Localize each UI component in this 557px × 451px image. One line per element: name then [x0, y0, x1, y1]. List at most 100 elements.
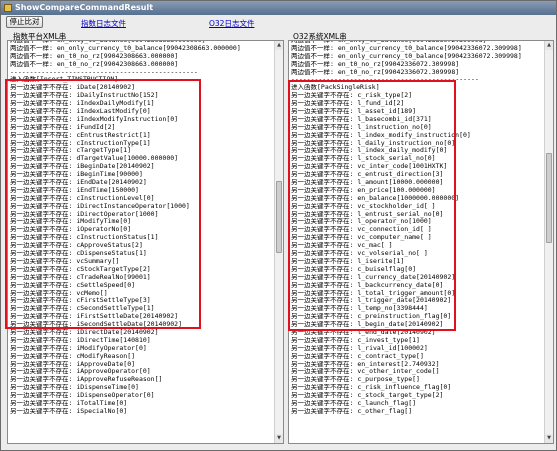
- log-line: 另一边关键字不存在: iDirectDate[20140902]: [10, 328, 159, 336]
- log-line: 另一边关键字不存在: vc_mac[ ]: [291, 242, 393, 250]
- log-line: 另一边关键字不存在: iBeginTime[90000]: [10, 171, 143, 179]
- log-line: 另一边关键字不存在: l_daily_instruction_no[0]: [291, 139, 456, 147]
- log-line: 另一边关键字不存在: c_other_flag[]: [291, 407, 413, 415]
- scroll-thumb[interactable]: [276, 181, 282, 253]
- log-line: 另一边关键字不存在: iSpecialNo[0]: [10, 407, 128, 415]
- scroll-thumb[interactable]: [546, 153, 552, 243]
- log-line: 另一边关键字不存在: iSecondSettleDate[20140902]: [10, 321, 182, 329]
- log-line: 另一边关键字不存在: c_preinstruction_flag[0]: [291, 313, 452, 321]
- log-line: 另一边关键字不存在: iFirstSettleDate[20140902]: [10, 313, 179, 321]
- log-line: 另一边关键字不存在: cInstructionType[1]: [10, 139, 151, 147]
- scroll-up-arrow-icon[interactable]: ▲: [545, 41, 553, 50]
- log-line: 另一边关键字不存在: l_begin_date[20140902]: [291, 321, 444, 329]
- log-line: 另一边关键字不存在: iDirectOperator[1000]: [10, 210, 159, 218]
- log-line: 另一边关键字不存在: cInstructionLevel[0]: [10, 194, 155, 202]
- log-line: 另一边关键字不存在: l_temp_no[3398444]: [291, 305, 428, 313]
- log-line: 另一边关键字不存在: vcSummary[]: [10, 257, 120, 265]
- log-line: 另一边关键字不存在: en_price[100.000000]: [291, 186, 436, 194]
- log-line: 另一边关键字不存在: l_asset_id[189]: [291, 108, 417, 116]
- log-line: 另一边关键字不存在: l_iserite[1]: [291, 257, 405, 265]
- log-line: 两边值不一样: en_only_currency_t0_balance[9904…: [10, 44, 241, 52]
- platform-log-link[interactable]: 指数日志文件: [81, 18, 126, 29]
- title-bar[interactable]: ShowCompareCommandResult: [1, 1, 556, 15]
- log-line: 另一边关键字不存在: vc_inter_code[1001HXTK]: [291, 163, 448, 171]
- right-vertical-scrollbar[interactable]: ▲ ▼: [544, 41, 553, 443]
- log-line: 进入函数[Insert_TINSTRUCTION]: [10, 76, 119, 84]
- log-line: 另一边关键字不存在: iModifyOperator[0]: [10, 344, 147, 352]
- log-line: 两边值不一样: en_only_currency_t0_balance[9904…: [291, 52, 522, 60]
- log-line: 另一边关键字不存在: l_currency_date[20140902]: [291, 273, 456, 281]
- log-line: 两边值不一样: en_t0_no_rz[99042336072.309998]: [291, 68, 460, 76]
- log-line: 另一边关键字不存在: iApproveOperator[0]: [10, 368, 151, 376]
- log-line: 另一边关键字不存在: iIndexDailyModify[1]: [10, 100, 155, 108]
- log-line: 另一边关键字不存在: l_stock_serial_no[0]: [291, 155, 436, 163]
- log-line: 两边值不一样: en_only_currency_t0_balance[9904…: [291, 44, 522, 52]
- log-line: 另一边关键字不存在: iEndDate[20140902]: [10, 179, 147, 187]
- log-line: 另一边关键字不存在: l_operator_no[1000]: [291, 218, 432, 226]
- log-line: 另一边关键字不存在: iOperatorNo[0]: [10, 226, 132, 234]
- log-line: 另一边关键字不存在: vc_computer_name[ ]: [291, 234, 432, 242]
- scroll-down-arrow-icon[interactable]: ▼: [545, 434, 553, 443]
- log-line: 另一边关键字不存在: c_contract_type[]: [291, 352, 424, 360]
- log-line: 两边值不一样: en_t0_no_rz[99042336072.309998]: [291, 60, 460, 68]
- toolbar: 停止比对 指数日志文件 O32日志文件: [1, 15, 556, 30]
- log-line: 另一边关键字不存在: c_risk_type[2]: [291, 92, 413, 100]
- log-line: 两边值不一样: en_t0_no_rz[99042308663.000000]: [10, 60, 179, 68]
- log-line: 另一边关键字不存在: c_buiselflag[0]: [291, 265, 417, 273]
- log-line: 另一边关键字不存在: l_total_trigger_amount[0]: [291, 289, 456, 297]
- log-line: 另一边关键字不存在: l_trigger_date[20140902]: [291, 297, 452, 305]
- log-line: 另一边关键字不存在: cApproveStatus[2]: [10, 242, 143, 250]
- platform-xml-textbox[interactable]: 两边值不一样: en_only_t0_balance[99042308663.0…: [7, 40, 284, 444]
- log-line: 另一边关键字不存在: cDispenseStatus[1]: [10, 250, 147, 258]
- log-line: 另一边关键字不存在: c_launch_flag[]: [291, 399, 417, 407]
- log-line: 另一边关键字不存在: l_index_modify_instruction[0]: [291, 131, 471, 139]
- log-line: 另一边关键字不存在: iDailyInstructNo[152]: [10, 92, 159, 100]
- log-line: 另一边关键字不存在: dTargetValue[10000.000000]: [10, 155, 179, 163]
- log-line: 另一边关键字不存在: l_entrust_serial_no[0]: [291, 210, 444, 218]
- log-line: 另一边关键字不存在: iIndexLastModify[0]: [10, 108, 151, 116]
- log-line: 另一边关键字不存在: vc_volserial_no[ ]: [291, 250, 428, 258]
- app-icon: [4, 4, 12, 12]
- log-line: 另一边关键字不存在: iFundId[2]: [10, 123, 116, 131]
- o32-xml-textbox[interactable]: 两边值不一样: en_only_t0_balance[99042336072.3…: [288, 40, 554, 444]
- log-line: 另一边关键字不存在: l_fund_id[2]: [291, 100, 405, 108]
- log-line: 另一边关键字不存在: en_balance[1000000.000000]: [291, 194, 460, 202]
- log-line: 另一边关键字不存在: cStockTargetType[2]: [10, 265, 151, 273]
- log-line: 两边值不一样: en_t0_no_rz[99042308663.000000]: [10, 52, 179, 60]
- log-line: 另一边关键字不存在: vc_stockholder_id[ ]: [291, 202, 436, 210]
- log-line: 另一边关键字不存在: vc_other_inter_code[]: [291, 368, 440, 376]
- log-line: 另一边关键字不存在: iDirectInstanceOperator[1000]: [10, 202, 190, 210]
- o32-log-link[interactable]: O32日志文件: [209, 18, 254, 29]
- log-line: 进入函数[PackSingleRisk]: [291, 84, 380, 92]
- log-line: 另一边关键字不存在: iBeginDate[20140902]: [10, 163, 155, 171]
- log-line: 另一边关键字不存在: iDirectTime[140810]: [10, 336, 151, 344]
- log-line: 另一边关键字不存在: cInstructionStatus[1]: [10, 234, 159, 242]
- log-line: 另一边关键字不存在: vcMemo[]: [10, 289, 108, 297]
- log-line: 另一边关键字不存在: iDispenseOperator[0]: [10, 392, 155, 400]
- scroll-up-arrow-icon[interactable]: ▲: [275, 41, 283, 50]
- log-line: 另一边关键字不存在: cSecondSettleType[1]: [10, 305, 155, 313]
- left-vertical-scrollbar[interactable]: ▲ ▼: [274, 41, 283, 443]
- log-line: 另一边关键字不存在: cTradeRealNo[99001]: [10, 273, 151, 281]
- log-line: 另一边关键字不存在: iEndTime[150000]: [10, 186, 139, 194]
- log-line: 另一边关键字不存在: cTargetType[1]: [10, 147, 132, 155]
- log-line: 另一边关键字不存在: l_end_date[20140902]: [291, 328, 436, 336]
- log-line: 另一边关键字不存在: iModifyTime[0]: [10, 218, 132, 226]
- log-line: 另一边关键字不存在: l_basecombi_id[371]: [291, 115, 432, 123]
- o32-xml-text: 两边值不一样: en_only_t0_balance[99042336072.3…: [291, 41, 543, 416]
- platform-xml-text: 两边值不一样: en_only_t0_balance[99042308663.0…: [10, 41, 273, 416]
- log-line: 另一边关键字不存在: iApproveDate[0]: [10, 360, 136, 368]
- window-title: ShowCompareCommandResult: [15, 3, 154, 12]
- log-line: 另一边关键字不存在: en_interest[2.740932]: [291, 360, 440, 368]
- scroll-down-arrow-icon[interactable]: ▼: [275, 434, 283, 443]
- log-line: 另一边关键字不存在: iTotalTime[0]: [10, 399, 128, 407]
- log-line: 另一边关键字不存在: cFirstSettleType[3]: [10, 297, 151, 305]
- log-line: 另一边关键字不存在: cEntrustRestrict[1]: [10, 131, 151, 139]
- log-line: 另一边关键字不存在: iApproveRefuseReason[]: [10, 376, 163, 384]
- log-line: ----------------------------------------…: [291, 76, 479, 84]
- stop-compare-button[interactable]: 停止比对: [6, 16, 43, 28]
- log-line: 另一边关键字不存在: c_risk_influence_flag[0]: [291, 384, 452, 392]
- log-line: 另一边关键字不存在: l_rival_id[100002]: [291, 344, 428, 352]
- log-line: 另一边关键字不存在: c_stock_target_type[2]: [291, 392, 444, 400]
- app-window: ShowCompareCommandResult 停止比对 指数日志文件 O32…: [0, 0, 557, 451]
